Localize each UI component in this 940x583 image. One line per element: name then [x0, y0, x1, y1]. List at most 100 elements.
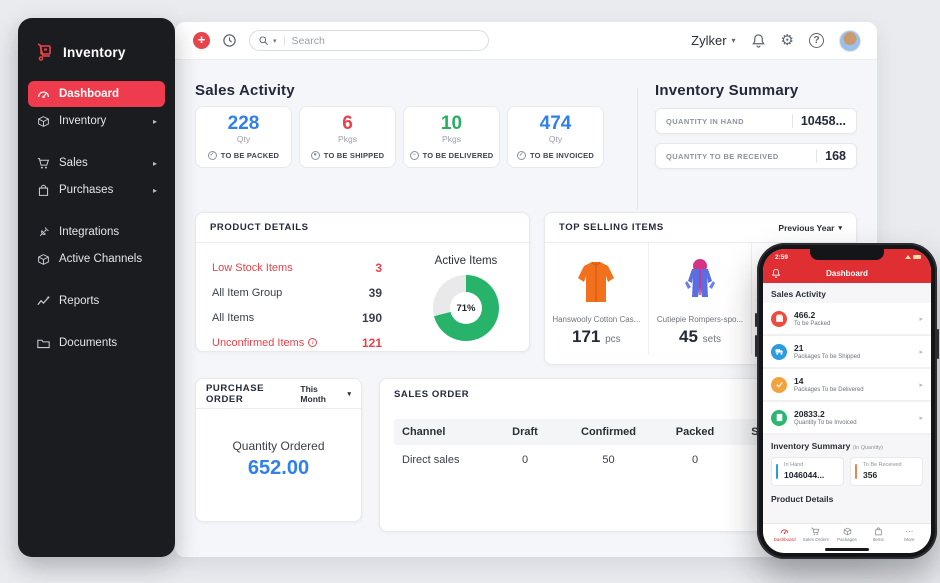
search-box[interactable]: ▾: [249, 30, 489, 51]
phone-page-title: Dashboard: [763, 269, 931, 278]
card-unit: Qty: [549, 134, 562, 144]
phone-nav-more: ⋯ More: [894, 527, 925, 542]
info-icon[interactable]: i: [308, 338, 317, 347]
product-qty: 171: [572, 327, 600, 346]
phone-volume-button: [755, 335, 757, 357]
nav-label: Dashboard: [774, 537, 796, 542]
donut-chart-label: Active Items: [435, 255, 498, 267]
status-circle-icon: ●: [311, 151, 320, 160]
all-item-group-row[interactable]: All Item Group 39: [212, 280, 382, 305]
card-to-be-shipped[interactable]: 6 Pkgs ●TO BE SHIPPED: [299, 106, 396, 168]
unconfirmed-items-row[interactable]: Unconfirmed Items i 121: [212, 330, 382, 355]
sidebar-item-label: Documents: [59, 337, 117, 349]
help-icon[interactable]: ?: [809, 33, 824, 48]
row-label: All Items: [212, 312, 254, 324]
cart-icon: [811, 527, 820, 536]
product-unit: pcs: [605, 334, 621, 345]
org-switcher[interactable]: Zylker ▾: [691, 33, 735, 48]
gauge-icon: [780, 527, 789, 536]
row-label: QUANTITY TO BE RECEIVED: [666, 152, 779, 161]
search-input[interactable]: [292, 35, 442, 47]
truck-icon: [771, 344, 787, 360]
product-image-romper: [678, 253, 722, 311]
nav-label: Packages: [837, 537, 857, 542]
recent-history-icon[interactable]: [222, 33, 237, 48]
sidebar-item-purchases[interactable]: Purchases ▸: [28, 177, 165, 203]
top-selling-item[interactable]: Hanswooly Cotton Cas... 171 pcs: [545, 243, 649, 355]
row-value: 10458...: [792, 114, 846, 128]
cube-icon: [36, 115, 50, 128]
sales-activity-title: Sales Activity: [195, 82, 295, 99]
sidebar-item-dashboard[interactable]: Dashboard: [28, 81, 165, 107]
purchase-order-panel: PURCHASE ORDER This Month ▾ Quantity Ord…: [195, 378, 362, 522]
top-selling-item[interactable]: Cutiepie Rompers-spo... 45 sets: [649, 243, 753, 355]
notifications-bell-icon[interactable]: [751, 33, 766, 48]
product-name: Hanswooly Cotton Cas...: [552, 315, 640, 324]
phone-product-details-title: Product Details: [763, 488, 931, 508]
folder-icon: [36, 337, 50, 350]
topbar: + ▾ Zylker ▾ ⚙ ?: [175, 22, 877, 60]
period-filter-dropdown[interactable]: This Month ▾: [300, 384, 351, 404]
card-to-be-delivered[interactable]: 10 Pkgs −TO BE DELIVERED: [403, 106, 500, 168]
app-logo: Inventory: [18, 38, 175, 80]
row-label: To be Packed: [794, 321, 830, 327]
row-label: Quantity To be Invoiced: [794, 420, 857, 426]
phone-notch: [810, 249, 884, 260]
box-icon: [771, 311, 787, 327]
chevron-right-icon: ▸: [153, 117, 157, 126]
row-value: 20833.2: [794, 409, 857, 419]
sidebar-item-documents[interactable]: Documents: [28, 330, 165, 356]
sidebar-item-integrations[interactable]: Integrations: [28, 219, 165, 245]
user-avatar[interactable]: [839, 30, 861, 52]
card-label: In Hand: [784, 462, 837, 468]
card-unit: Qty: [237, 134, 250, 144]
nav-label: More: [904, 537, 914, 542]
phone-power-button: [937, 329, 939, 359]
phone-screen: 2:59 Dashboard Sales Activity 466.2 To b…: [763, 249, 931, 553]
row-label: Packages To be Delivered: [794, 387, 864, 393]
card-to-be-invoiced[interactable]: 474 Qty ✓TO BE INVOICED: [507, 106, 604, 168]
product-name: Cutiepie Rompers-spo...: [657, 315, 743, 324]
more-dots-icon: ⋯: [905, 527, 913, 536]
panel-title: SALES ORDER: [394, 389, 469, 400]
metric-value: 652.00: [248, 457, 309, 480]
card-value: 228: [228, 113, 260, 134]
period-filter-dropdown[interactable]: Previous Year ▾: [778, 223, 842, 233]
draft-cell: 0: [489, 454, 561, 466]
quantity-in-hand-row: QUANTITY IN HAND 10458...: [655, 108, 857, 134]
phone-row-to-be-delivered: 14 Packages To be Delivered ▸: [763, 369, 931, 402]
card-to-be-packed[interactable]: 228 Qty ✓TO BE PACKED: [195, 106, 292, 168]
sidebar-item-label: Integrations: [59, 226, 119, 238]
packed-cell: 0: [656, 454, 734, 466]
card-value: 6: [342, 113, 353, 134]
all-items-row[interactable]: All Items 190: [212, 305, 382, 330]
active-items-donut-chart: 71%: [433, 275, 499, 341]
sidebar-item-sales[interactable]: Sales ▸: [28, 150, 165, 176]
phone-header: Dashboard: [763, 263, 931, 283]
column-header: Draft: [489, 426, 561, 438]
quantity-to-be-received-row: QUANTITY TO BE RECEIVED 168: [655, 143, 857, 169]
chevron-right-icon: ▸: [919, 348, 923, 356]
sidebar-item-label: Sales: [59, 157, 88, 169]
chevron-right-icon: ▸: [919, 381, 923, 389]
product-unit: sets: [703, 334, 721, 345]
sidebar-item-inventory[interactable]: Inventory ▸: [28, 108, 165, 134]
section-divider: [637, 88, 638, 210]
sidebar-item-active-channels[interactable]: Active Channels: [28, 246, 165, 272]
phone-row-to-be-invoiced: 20833.2 Quantity To be Invoiced ▸: [763, 402, 931, 435]
table-row: Direct sales 0 50 0 0: [394, 445, 784, 475]
panel-title: TOP SELLING ITEMS: [559, 222, 664, 233]
battery-icon: [913, 255, 921, 259]
low-stock-items-row[interactable]: Low Stock Items 3: [212, 255, 382, 280]
settings-gear-icon[interactable]: ⚙: [781, 33, 794, 48]
search-scope-caret-icon[interactable]: ▾: [273, 37, 277, 45]
card-value: 10: [441, 113, 462, 134]
sales-order-panel: SALES ORDER Channel Draft Confirmed Pack…: [379, 378, 799, 532]
channel-cell[interactable]: Direct sales: [394, 454, 489, 466]
sidebar-item-reports[interactable]: Reports: [28, 288, 165, 314]
quick-create-button[interactable]: +: [193, 32, 210, 49]
phone-nav-sales-orders: Sales Orders: [800, 527, 831, 542]
phone-mockup: 2:59 Dashboard Sales Activity 466.2 To b…: [757, 243, 937, 559]
sidebar-item-label: Purchases: [59, 184, 113, 196]
phone-nav-dashboard: Dashboard: [769, 527, 800, 542]
